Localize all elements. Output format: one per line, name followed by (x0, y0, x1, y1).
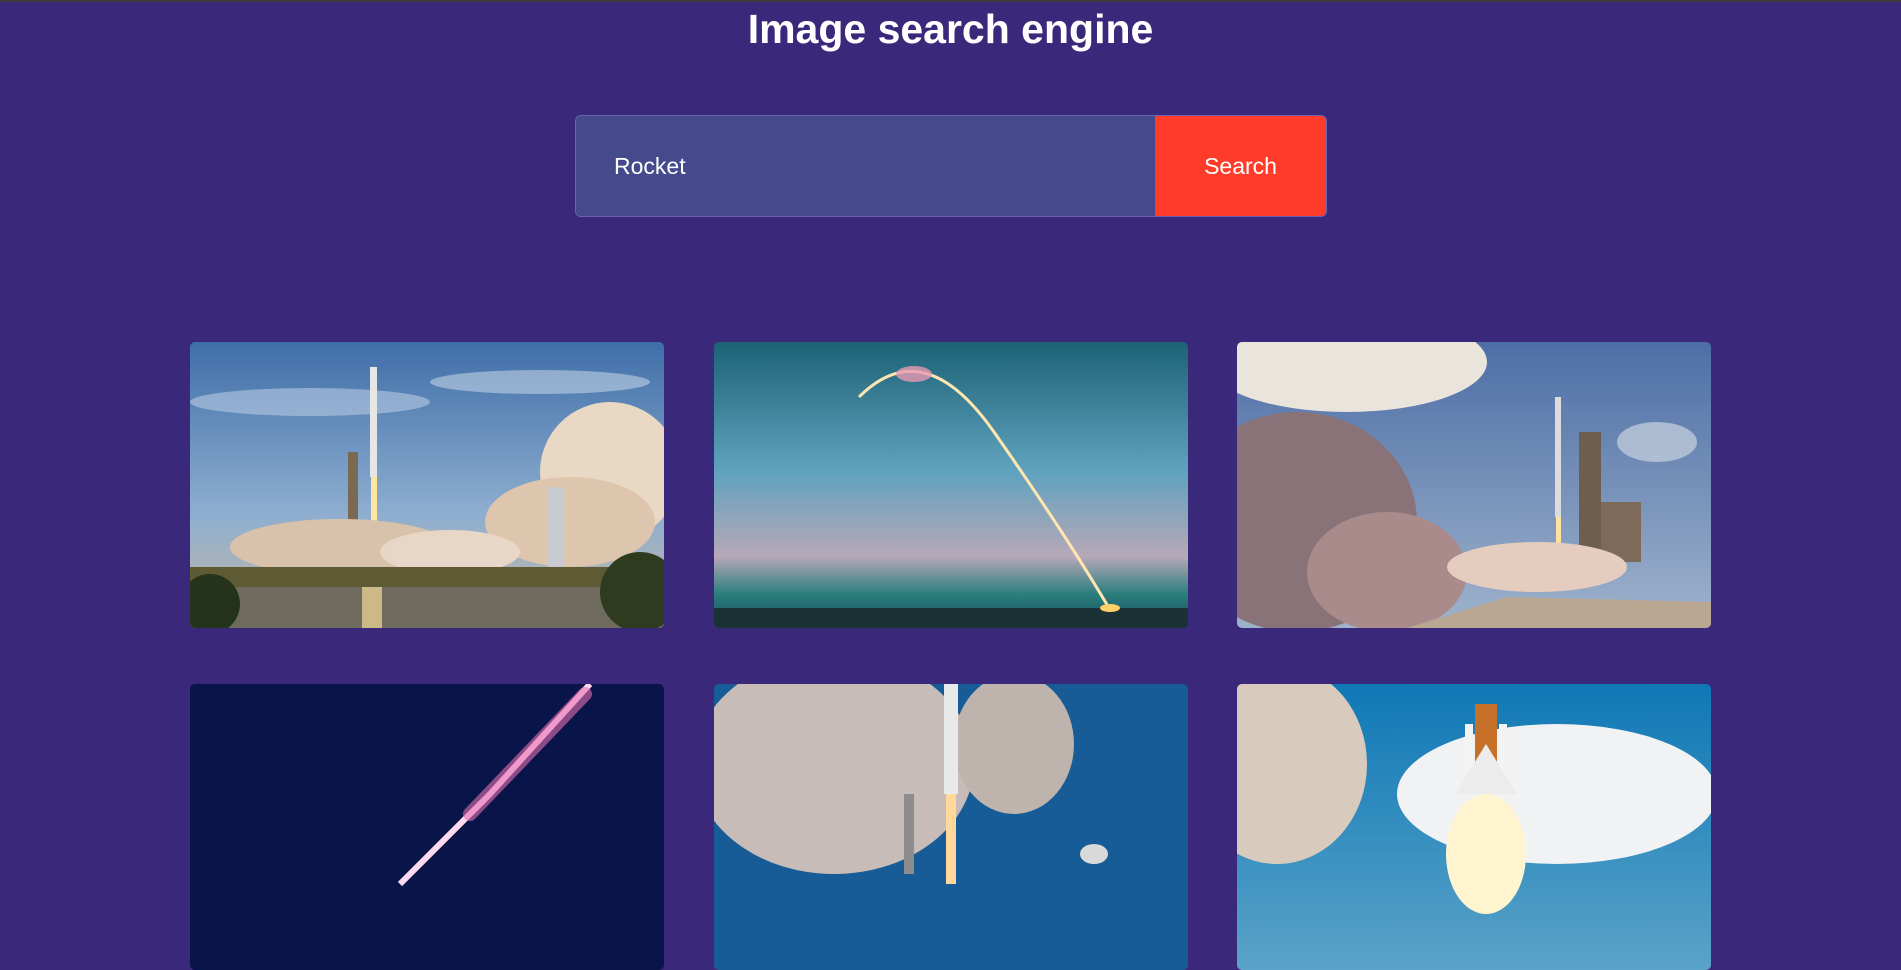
rocket-tower-image (1237, 342, 1711, 628)
space-shuttle-image (1237, 684, 1711, 970)
result-image-1[interactable] (190, 342, 664, 628)
rocket-arc-image (714, 342, 1188, 628)
result-image-4[interactable] (190, 684, 664, 970)
search-input[interactable] (576, 116, 1155, 216)
result-image-2[interactable] (714, 342, 1188, 628)
rocket-night-image (190, 684, 664, 970)
page-title: Image search engine (747, 6, 1154, 52)
heavy-rocket-image (714, 684, 1188, 970)
rocket-launch-image (190, 342, 664, 628)
result-image-5[interactable] (714, 684, 1188, 970)
result-image-3[interactable] (1237, 342, 1711, 628)
search-button[interactable]: Search (1155, 116, 1326, 216)
top-border (0, 0, 1901, 2)
result-image-6[interactable] (1237, 684, 1711, 970)
search-form: Search (575, 115, 1327, 217)
